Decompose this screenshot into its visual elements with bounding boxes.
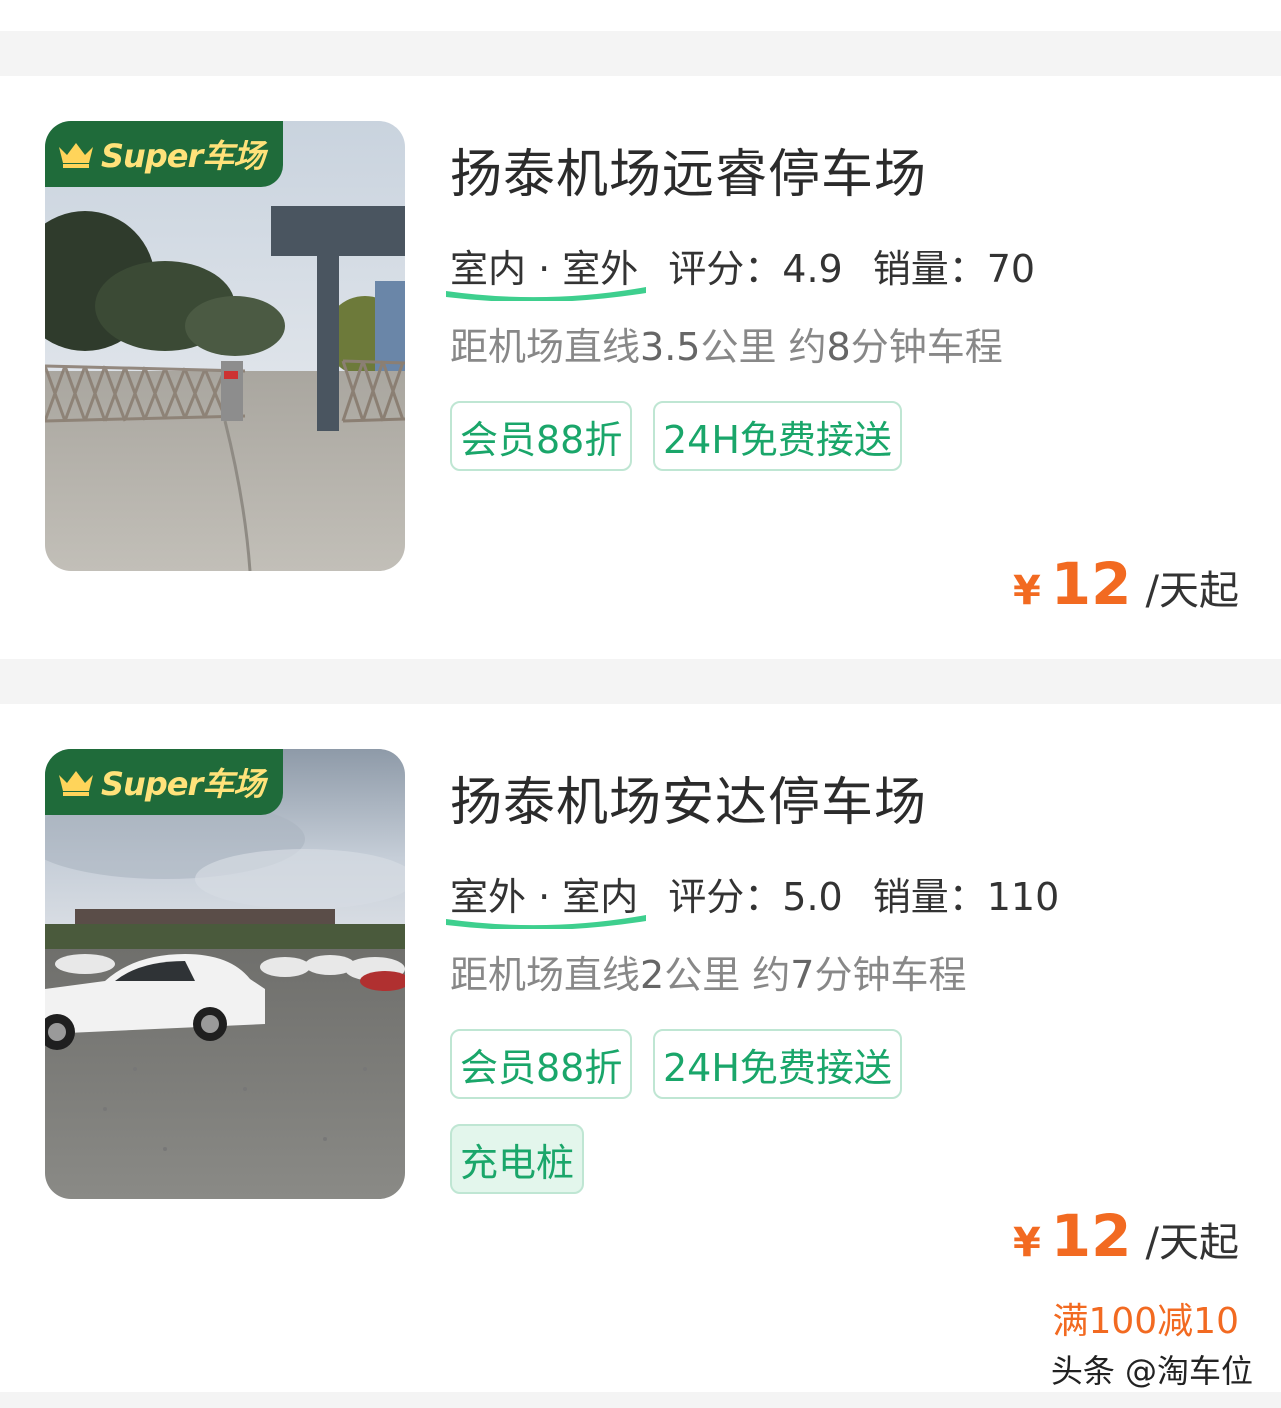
parking-lot-gate-photo	[45, 121, 405, 571]
badge-text: Super车场	[101, 137, 265, 175]
price-unit: /天起	[1145, 1220, 1239, 1266]
environment-label: 室内 · 室外	[446, 238, 646, 301]
crown-icon	[59, 771, 93, 796]
parking-photo[interactable]: Super车场	[45, 121, 405, 571]
super-parking-badge: Super车场	[45, 121, 283, 187]
tag-member-discount: 会员88折	[450, 1029, 633, 1099]
meta-row: 室内 · 室外 评分：4.9 销量：70	[446, 238, 1036, 301]
crown-icon	[59, 143, 93, 168]
watermark: 头条 @淘车位	[1050, 1352, 1253, 1390]
tag-member-discount: 会员88折	[450, 401, 633, 471]
price-amount: 12	[1050, 550, 1132, 618]
price: ¥ 12 /天起	[1013, 550, 1239, 618]
price-amount: 12	[1050, 1202, 1132, 1270]
previous-card-edge	[0, 0, 1281, 31]
currency-symbol: ¥	[1012, 568, 1041, 614]
super-parking-badge: Super车场	[45, 749, 283, 815]
parking-name[interactable]: 扬泰机场安达停车场	[450, 760, 927, 835]
tag-charging-pile: 充电桩	[450, 1124, 585, 1194]
badge-text: Super车场	[101, 765, 265, 803]
parking-photo[interactable]: Super车场	[45, 749, 405, 1199]
parking-lot-cars-photo	[45, 749, 405, 1199]
sales: 销量：110	[872, 875, 1060, 919]
parking-list-page: Super车场 扬泰机场远睿停车场 室内 · 室外 评分：4.9 销量：70 距…	[0, 0, 1281, 1408]
parking-card[interactable]: Super车场 扬泰机场安达停车场 室外 · 室内 评分：5.0 销量：110	[0, 704, 1281, 1392]
distance-text: 距机场直线3.5公里 约8分钟车程	[450, 325, 1003, 369]
environment-label: 室外 · 室内	[446, 866, 646, 929]
distance-text: 距机场直线2公里 约7分钟车程	[450, 953, 967, 997]
sales: 销量：70	[872, 247, 1036, 291]
tag-free-shuttle: 24H免费接送	[653, 1029, 902, 1099]
meta-row: 室外 · 室内 评分：5.0 销量：110	[446, 866, 1060, 929]
parking-card[interactable]: Super车场 扬泰机场远睿停车场 室内 · 室外 评分：4.9 销量：70 距…	[0, 76, 1281, 659]
price: ¥ 12 /天起	[1013, 1202, 1239, 1270]
tag-free-shuttle: 24H免费接送	[653, 401, 902, 471]
currency-symbol: ¥	[1012, 1220, 1041, 1266]
rating: 评分：5.0	[668, 875, 843, 919]
promo-discount: 满100减10	[1052, 1301, 1239, 1342]
rating: 评分：4.9	[668, 247, 843, 291]
parking-name[interactable]: 扬泰机场远睿停车场	[450, 132, 927, 207]
price-unit: /天起	[1145, 568, 1239, 614]
